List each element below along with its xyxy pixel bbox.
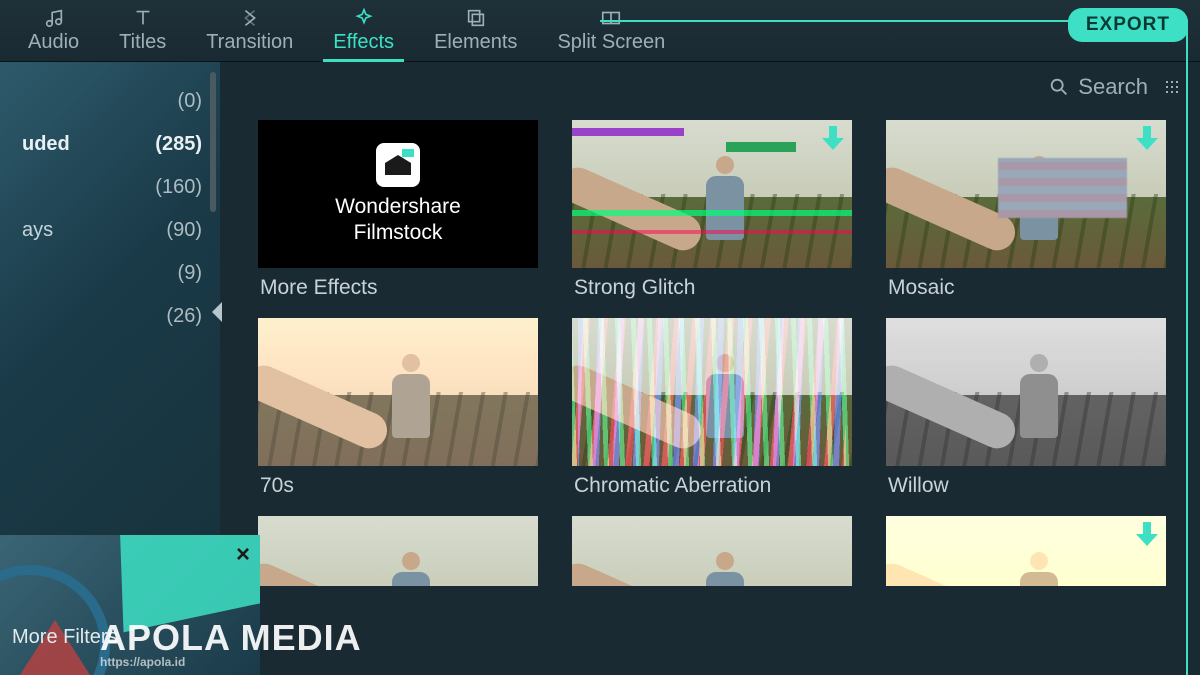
sidebar-item-count: (26) — [166, 305, 202, 328]
transition-icon — [237, 7, 263, 29]
annotation-line-vertical — [1186, 20, 1188, 675]
effect-thumbnail[interactable] — [886, 318, 1166, 466]
effect-card-strong-glitch[interactable]: Strong Glitch — [572, 120, 852, 312]
effect-thumbnail[interactable] — [258, 516, 538, 586]
effect-card[interactable] — [886, 516, 1166, 586]
sidebar-item-count: (9) — [178, 262, 202, 285]
effect-card-70s[interactable]: 70s — [258, 318, 538, 510]
sidebar-scrollbar[interactable] — [210, 72, 216, 212]
sidebar-item-count: (90) — [166, 219, 202, 242]
effect-card-mosaic[interactable]: Mosaic — [886, 120, 1166, 312]
collapse-sidebar-icon[interactable] — [212, 302, 222, 322]
sidebar-item-count: (285) — [155, 133, 202, 156]
sidebar-item[interactable]: (26) — [0, 295, 220, 338]
effect-thumbnail[interactable] — [572, 318, 852, 466]
effect-card[interactable] — [572, 516, 852, 586]
layers-icon — [463, 7, 489, 29]
tab-label: Effects — [333, 31, 394, 54]
effect-thumbnail[interactable] — [886, 120, 1166, 268]
sparkle-icon — [351, 7, 377, 29]
tab-label: Split Screen — [557, 31, 665, 54]
tab-label: Transition — [206, 31, 293, 54]
download-icon[interactable] — [822, 126, 844, 152]
effect-thumbnail[interactable] — [572, 516, 852, 586]
sidebar-item-count: (160) — [155, 176, 202, 199]
tab-audio[interactable]: Audio — [8, 0, 99, 62]
tab-label: Titles — [119, 31, 166, 54]
effect-thumbnail[interactable]: Wondershare Filmstock — [258, 120, 538, 268]
tab-transition[interactable]: Transition — [186, 0, 313, 62]
promo-title-line1: Wondershare — [335, 195, 461, 219]
panel-toolbar: Search — [220, 62, 1200, 106]
sidebar-item[interactable]: (9) — [0, 252, 220, 295]
sidebar-item[interactable]: (160) — [0, 166, 220, 209]
sidebar-item[interactable]: ays (90) — [0, 209, 220, 252]
effect-label: Willow — [886, 466, 1166, 510]
sidebar-item[interactable]: (0) — [0, 80, 220, 123]
effect-label: Mosaic — [886, 268, 1166, 312]
effect-label: Chromatic Aberration — [572, 466, 852, 510]
grid-view-icon[interactable] — [1166, 81, 1178, 93]
tab-effects[interactable]: Effects — [313, 0, 414, 62]
promo-label: More Filters — [12, 626, 118, 649]
download-icon[interactable] — [1136, 522, 1158, 548]
sidebar-item-count: (0) — [178, 90, 202, 113]
filmstock-logo-icon — [376, 143, 420, 187]
tab-label: Elements — [434, 31, 517, 54]
effect-label: More Effects — [258, 268, 538, 312]
effects-grid: Wondershare Filmstock More Effects Stron… — [220, 106, 1200, 675]
music-icon — [41, 7, 67, 29]
effect-thumbnail[interactable] — [572, 120, 852, 268]
effect-label: Strong Glitch — [572, 268, 852, 312]
search-input[interactable]: Search — [1048, 74, 1148, 100]
more-filters-promo[interactable]: × More Filters — [0, 535, 260, 675]
effects-panel: Search Wondershare Filmstock More Effect… — [220, 62, 1200, 675]
sidebar-item[interactable]: uded (285) — [0, 123, 220, 166]
effect-thumbnail[interactable] — [258, 318, 538, 466]
effect-label: 70s — [258, 466, 538, 510]
tab-label: Audio — [28, 31, 79, 54]
effect-thumbnail[interactable] — [886, 516, 1166, 586]
promo-title-line2: Filmstock — [354, 221, 443, 245]
sidebar-item-label: uded — [22, 133, 70, 156]
effect-card-willow[interactable]: Willow — [886, 318, 1166, 510]
text-icon — [130, 7, 156, 29]
close-icon[interactable]: × — [236, 541, 250, 569]
search-placeholder: Search — [1078, 74, 1148, 100]
effect-card[interactable] — [258, 516, 538, 586]
search-icon — [1048, 76, 1070, 98]
split-icon — [598, 7, 624, 29]
top-tabs: Audio Titles Transition Effects Elements… — [0, 0, 1200, 62]
tab-elements[interactable]: Elements — [414, 0, 537, 62]
download-icon[interactable] — [1136, 126, 1158, 152]
sidebar-item-label: ays — [22, 219, 53, 242]
export-button[interactable]: EXPORT — [1068, 8, 1188, 42]
effect-card-chromatic-aberration[interactable]: Chromatic Aberration — [572, 318, 852, 510]
tab-titles[interactable]: Titles — [99, 0, 186, 62]
effect-card-more-effects[interactable]: Wondershare Filmstock More Effects — [258, 120, 538, 312]
tab-split-screen[interactable]: Split Screen — [537, 0, 685, 62]
